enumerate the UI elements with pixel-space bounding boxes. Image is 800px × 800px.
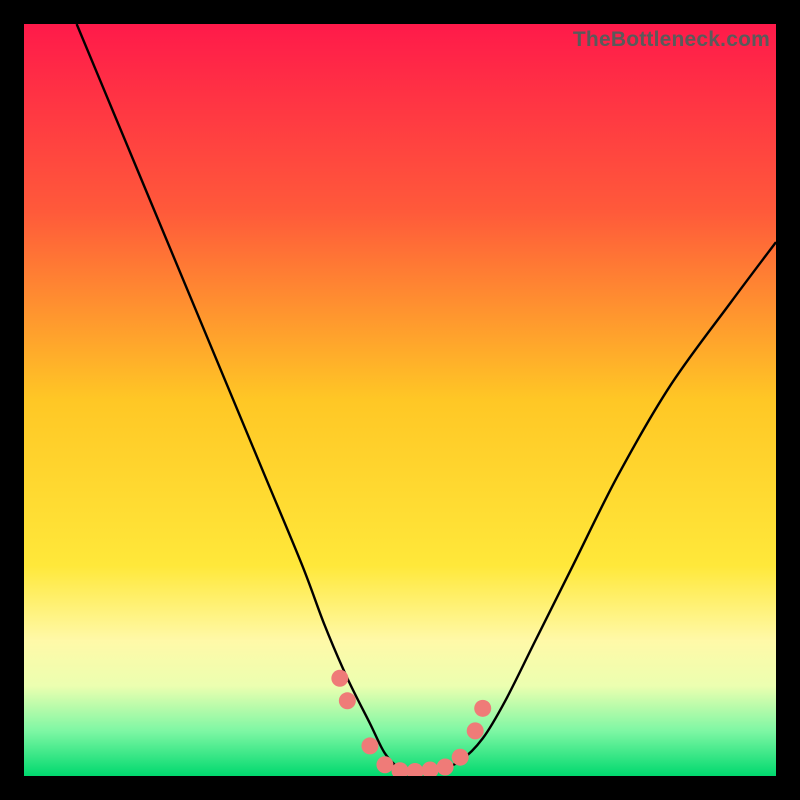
chart-background bbox=[24, 24, 776, 776]
chart-plot-area: TheBottleneck.com bbox=[24, 24, 776, 776]
chart-marker bbox=[467, 722, 484, 739]
chart-marker bbox=[361, 737, 378, 754]
chart-marker bbox=[331, 670, 348, 687]
watermark-text: TheBottleneck.com bbox=[573, 28, 770, 52]
chart-svg bbox=[24, 24, 776, 776]
chart-marker bbox=[452, 749, 469, 766]
chart-marker bbox=[437, 758, 454, 775]
chart-marker bbox=[376, 756, 393, 773]
chart-marker bbox=[474, 700, 491, 717]
chart-marker bbox=[339, 692, 356, 709]
